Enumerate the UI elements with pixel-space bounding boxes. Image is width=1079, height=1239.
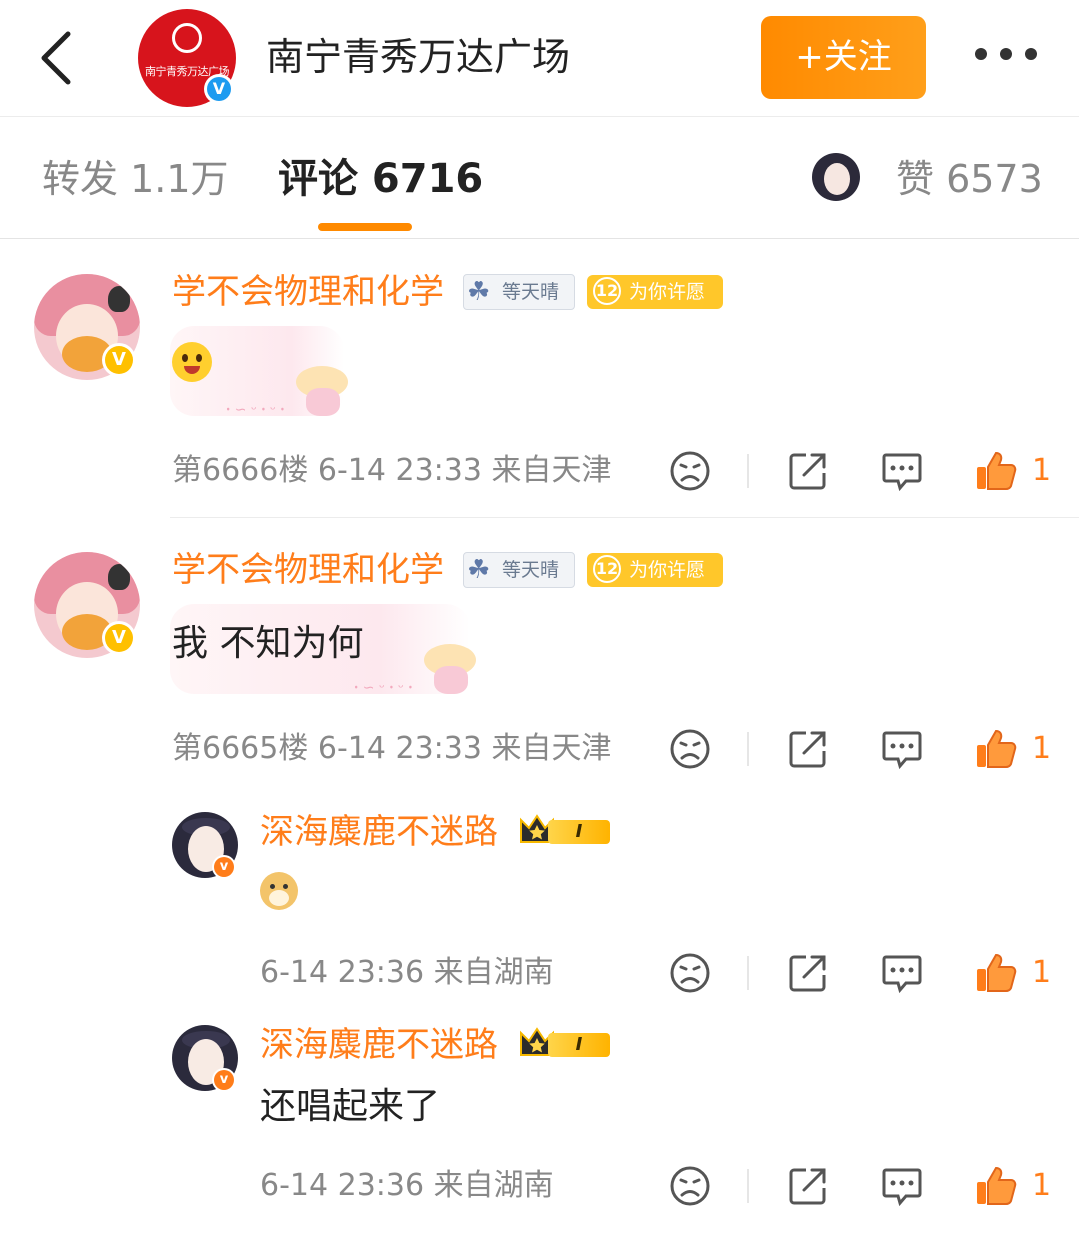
action-divider	[747, 956, 749, 990]
like-count: 1	[1032, 955, 1052, 990]
comment-text: 我 不知为何	[172, 623, 364, 664]
reply-user-name[interactable]: 深海麋鹿不迷路	[260, 810, 498, 854]
dislike-face-icon[interactable]	[668, 727, 712, 771]
share-icon[interactable]	[786, 449, 830, 493]
reply-comment-icon[interactable]	[880, 951, 924, 995]
reply-comment-icon[interactable]	[880, 1164, 924, 1208]
like-count: 1	[1032, 453, 1052, 488]
like-thumb-icon[interactable]	[974, 951, 1018, 995]
comment-meta: 第6666楼 6-14 23:33 来自天津	[172, 453, 612, 488]
clover-icon: ☘	[467, 555, 491, 585]
dislike-face-icon[interactable]	[668, 951, 712, 995]
account-name[interactable]: 南宁青秀万达广场	[266, 32, 570, 82]
laughing-face-emoji	[172, 342, 212, 382]
bubble-decoration-icon	[418, 640, 482, 696]
share-icon[interactable]	[786, 1164, 830, 1208]
dislike-face-icon[interactable]	[668, 1164, 712, 1208]
liker-avatar[interactable]	[812, 153, 860, 201]
action-divider	[747, 1169, 749, 1203]
bubble-decoration-icon	[290, 362, 354, 418]
verified-badge-icon: V	[102, 621, 136, 655]
commenter-name[interactable]: 学不会物理和化学	[172, 270, 444, 314]
share-icon[interactable]	[786, 951, 830, 995]
wish-tag[interactable]: 12 为你许愿	[587, 275, 723, 309]
back-arrow-icon[interactable]	[36, 30, 76, 86]
verified-badge-icon: v	[212, 855, 236, 879]
verified-badge-icon: V	[204, 74, 234, 104]
weather-tag[interactable]: ☘ 等天晴	[463, 274, 575, 310]
verified-badge-icon: v	[212, 1068, 236, 1092]
reply-text: 还唱起来了	[260, 1086, 441, 1127]
like-thumb-icon[interactable]	[974, 727, 1018, 771]
active-tab-indicator	[318, 223, 412, 231]
verified-badge-icon: V	[102, 343, 136, 377]
reply-user-name[interactable]: 深海麋鹿不迷路	[260, 1023, 498, 1067]
reply-meta: 6-14 23:36 来自湖南	[260, 955, 554, 990]
member-level-badge[interactable]: I	[518, 1025, 618, 1061]
like-thumb-icon[interactable]	[974, 449, 1018, 493]
reply-comment-icon[interactable]	[880, 449, 924, 493]
share-icon[interactable]	[786, 727, 830, 771]
comment-divider	[170, 517, 1079, 518]
weather-tag[interactable]: ☘ 等天晴	[463, 552, 575, 588]
bubble-dots-icon: ꞏ ∽ ᵕ ꞏ ᵕ ꞏ	[354, 680, 413, 696]
reply-comment-icon[interactable]	[880, 727, 924, 771]
comment-meta: 第6665楼 6-14 23:33 来自天津	[172, 731, 612, 766]
action-divider	[747, 732, 749, 766]
dislike-face-icon[interactable]	[668, 449, 712, 493]
wanda-logo-icon	[172, 23, 202, 53]
doge-emoji	[260, 872, 298, 910]
bubble-dots-icon: ꞏ ∽ ᵕ ꞏ ᵕ ꞏ	[226, 402, 285, 418]
like-count: 1	[1032, 1168, 1052, 1203]
wish-tag[interactable]: 12 为你许愿	[587, 553, 723, 587]
clover-icon: ☘	[467, 277, 491, 307]
follow-button[interactable]: +关注	[761, 16, 926, 99]
member-level-badge[interactable]: I	[518, 812, 618, 848]
reply-meta: 6-14 23:36 来自湖南	[260, 1168, 554, 1203]
more-options-icon[interactable]	[975, 48, 1037, 66]
like-count: 1	[1032, 731, 1052, 766]
tab-like[interactable]: 赞 6573	[896, 152, 1043, 206]
commenter-name[interactable]: 学不会物理和化学	[172, 548, 444, 592]
like-thumb-icon[interactable]	[974, 1164, 1018, 1208]
tab-repost[interactable]: 转发 1.1万	[42, 152, 229, 206]
tab-comment[interactable]: 评论 6716	[278, 152, 483, 206]
action-divider	[747, 454, 749, 488]
